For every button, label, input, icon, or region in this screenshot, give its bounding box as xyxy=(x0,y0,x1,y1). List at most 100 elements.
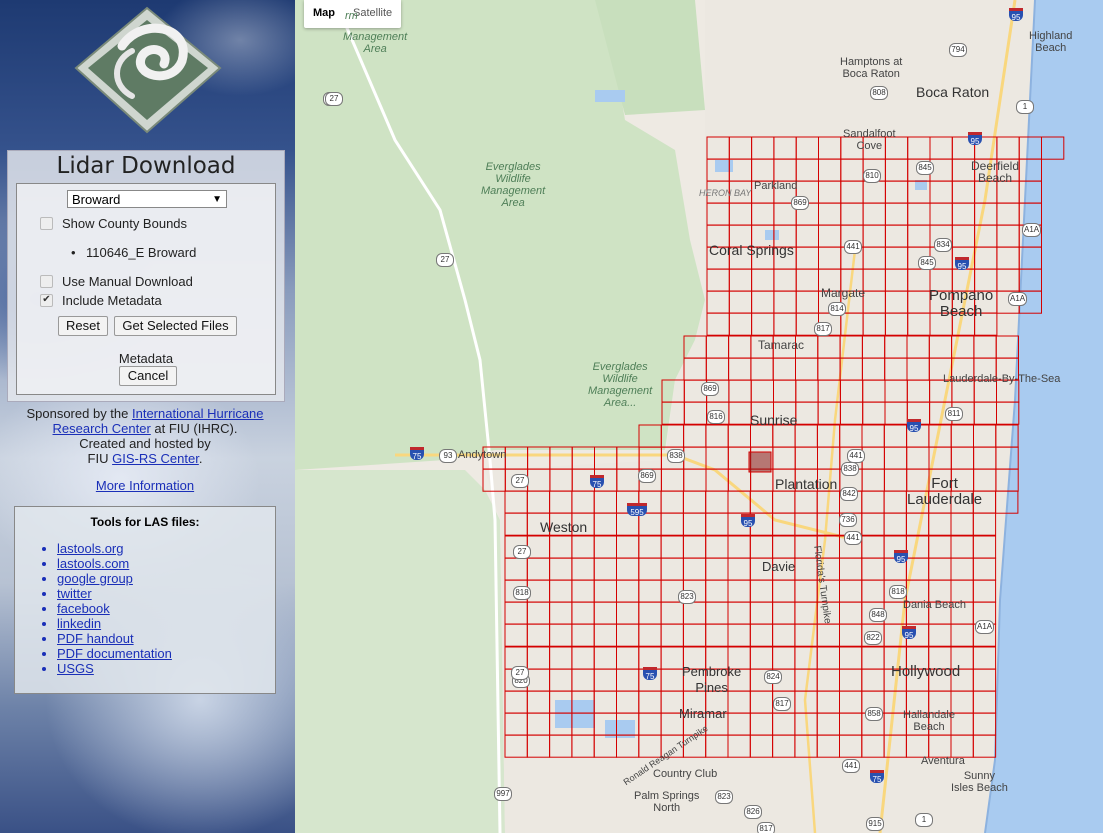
tool-link-item: lastools.org xyxy=(57,541,172,556)
selected-tile-110646-e[interactable] xyxy=(748,451,772,473)
include-metadata-checkbox[interactable]: ✔ xyxy=(40,294,53,307)
download-options-box: Broward ▼ Show County Bounds • 110646_E … xyxy=(16,183,276,395)
city-sunrise: Sunrise xyxy=(750,412,798,428)
tool-link-item: twitter xyxy=(57,586,172,601)
lidar-tile[interactable] xyxy=(504,446,529,470)
everglades-wma-label-1: Everglades Wildlife Management Area xyxy=(481,161,546,209)
tool-link-item: PDF documentation xyxy=(57,646,172,661)
get-selected-files-button[interactable]: Get Selected Files xyxy=(114,316,237,336)
route-shield-icon: A1A xyxy=(1008,292,1028,306)
las-tools-box: Tools for LAS files: lastools.orglastool… xyxy=(14,506,276,694)
more-information-link[interactable]: More Information xyxy=(96,478,194,493)
route-shield-icon: 869 xyxy=(638,469,656,483)
show-county-bounds-label: Show County Bounds xyxy=(62,216,188,231)
everglades-south-area xyxy=(295,470,505,833)
area-country-club: Country Club xyxy=(653,768,718,780)
route-shield-icon: 817 xyxy=(814,322,832,336)
route-shield-icon: 27 xyxy=(511,474,529,488)
tool-link-item: google group xyxy=(57,571,172,586)
tool-link-item: USGS xyxy=(57,661,172,676)
route-shield-icon: 736 xyxy=(839,513,857,527)
wma-top-label: Management Area xyxy=(343,31,408,55)
show-county-bounds-checkbox[interactable] xyxy=(40,217,53,230)
route-shield-icon: 1 xyxy=(1016,100,1034,114)
route-shield-icon: 27 xyxy=(511,666,529,680)
route-shield-icon: A1A xyxy=(975,620,995,634)
city-dania-beach: Dania Beach xyxy=(903,599,966,611)
map-canvas[interactable]: Map Satellite rm Management Area Evergla… xyxy=(295,0,1103,833)
route-shield-icon: 834 xyxy=(934,238,952,252)
route-shield-icon: 869 xyxy=(701,382,719,396)
city-tamarac: Tamarac xyxy=(758,338,805,352)
route-shield-icon: 808 xyxy=(870,86,888,100)
tool-link-item: lastools.com xyxy=(57,556,172,571)
city-fort-lauderdale: Fort Lauderdale xyxy=(907,475,983,508)
panel-title: Lidar Download xyxy=(56,153,236,179)
lidar-tile[interactable] xyxy=(527,446,551,470)
wma-top-partial-label: rm xyxy=(345,10,358,22)
city-plantation: Plantation xyxy=(775,476,838,492)
route-shield-icon: 93 xyxy=(439,449,457,463)
city-sunny-isles-beach: Sunny Isles Beach xyxy=(951,770,1008,794)
route-shield-icon: 441 xyxy=(844,240,862,254)
tool-link[interactable]: linkedin xyxy=(57,616,101,631)
route-shield-icon: 811 xyxy=(945,407,963,421)
route-shield-icon: 814 xyxy=(828,302,846,316)
map-type-map-button[interactable]: Map xyxy=(304,0,344,28)
city-pembroke-pines: Pembroke Pines xyxy=(682,664,742,695)
tool-link[interactable]: lastools.com xyxy=(57,556,129,571)
interstate-shield-icon: 595 xyxy=(627,503,647,517)
interstate-shield-icon: 95 xyxy=(741,514,755,528)
use-manual-download-checkbox[interactable] xyxy=(40,275,53,288)
tool-link[interactable]: facebook xyxy=(57,601,110,616)
route-shield-icon: 1 xyxy=(915,813,933,827)
selected-tile-item: 110646_E Broward xyxy=(86,245,197,260)
city-andytown: Andytown xyxy=(458,449,507,461)
tool-link[interactable]: google group xyxy=(57,571,133,586)
county-select[interactable]: Broward ▼ xyxy=(67,190,227,208)
fiu-text: FIU xyxy=(87,451,113,466)
route-shield-icon: 817 xyxy=(773,697,791,711)
tool-link[interactable]: twitter xyxy=(57,586,92,601)
created-by-text: Created and hosted by xyxy=(79,436,211,451)
tool-link[interactable]: lastools.org xyxy=(57,541,123,556)
tool-link-item: facebook xyxy=(57,601,172,616)
interstate-shield-icon: 95 xyxy=(907,419,921,433)
city-aventura: Aventura xyxy=(921,755,965,767)
route-shield-icon: 27 xyxy=(436,253,454,267)
city-miramar: Miramar xyxy=(679,706,727,721)
city-hollywood: Hollywood xyxy=(891,663,961,680)
tool-link-item: PDF handout xyxy=(57,631,172,646)
tools-title: Tools for LAS files: xyxy=(90,515,200,529)
include-metadata-label: Include Metadata xyxy=(62,293,162,308)
route-shield-icon: 915 xyxy=(866,817,884,831)
cancel-button[interactable]: Cancel xyxy=(119,366,177,386)
city-highland-beach: Highland Beach xyxy=(1029,30,1073,54)
route-shield-icon: 997 xyxy=(494,787,512,801)
route-shield-icon: 838 xyxy=(841,462,859,476)
reset-button[interactable]: Reset xyxy=(58,316,108,336)
interstate-shield-icon: 95 xyxy=(902,626,916,640)
interstate-shield-icon: 95 xyxy=(894,550,908,564)
tool-link[interactable]: USGS xyxy=(57,661,94,676)
county-select-value: Broward xyxy=(72,192,121,207)
city-parkland: Parkland xyxy=(754,180,798,192)
use-manual-download-label: Use Manual Download xyxy=(62,274,193,289)
route-shield-icon: 441 xyxy=(842,759,860,773)
city-sandalfoot-cove: Sandalfoot Cove xyxy=(843,128,896,152)
route-shield-icon: 27 xyxy=(325,92,343,106)
tool-link[interactable]: PDF handout xyxy=(57,631,134,646)
city-boca-raton: Boca Raton xyxy=(916,84,990,100)
route-shield-icon: 441 xyxy=(844,531,862,545)
chevron-down-icon: ▼ xyxy=(212,194,222,205)
interstate-shield-icon: 75 xyxy=(410,447,424,461)
gis-rs-center-link[interactable]: GIS-RS Center xyxy=(112,451,199,466)
city-hallandale-beach: Hallandale Beach xyxy=(903,709,955,733)
sponsor-mid: at FIU (IHRC). xyxy=(150,421,238,436)
sidebar-panel: Lidar Download Broward ▼ Show County Bou… xyxy=(0,0,295,833)
interstate-shield-icon: 95 xyxy=(1009,8,1023,22)
route-shield-icon: 794 xyxy=(949,43,967,57)
tool-link[interactable]: PDF documentation xyxy=(57,646,172,661)
route-shield-icon: 826 xyxy=(744,805,762,819)
route-shield-icon: 842 xyxy=(840,487,858,501)
